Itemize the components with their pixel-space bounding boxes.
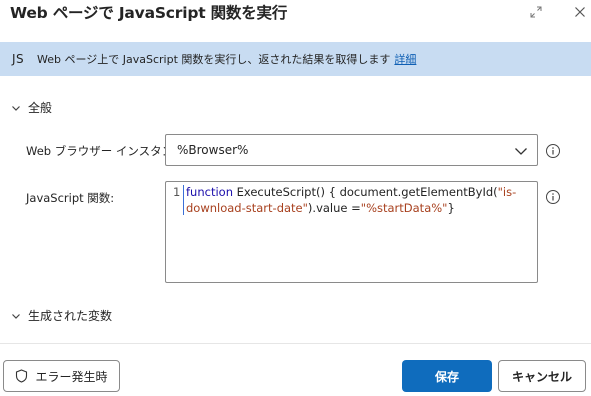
code-string2: "%startData%" [360,200,448,215]
code-keyword: function [186,185,233,199]
browser-instance-label: Web ブラウザー インスタンス: [26,144,189,158]
code-part2: ).value = [307,200,361,215]
close-icon[interactable] [569,2,591,22]
browser-instance-value: %Browser% [177,143,249,157]
js-badge: JS [12,52,25,66]
dialog-title: Web ページで JavaScript 関数を実行 [10,4,288,22]
browser-instance-select[interactable]: %Browser% [165,134,538,166]
info-banner: JS Web ページ上で JavaScript 関数を実行し、返された結果を取得… [0,42,591,76]
info-icon[interactable] [545,143,561,159]
footer-divider [0,343,591,344]
expand-icon[interactable] [525,2,547,22]
section-variables-toggle[interactable]: 生成された変数 [8,307,112,324]
javascript-code: function ExecuteScript() { document.getE… [186,185,526,216]
section-variables-label: 生成された変数 [28,309,113,323]
code-part1: ExecuteScript() { document.getElementByI… [232,185,498,199]
section-general-toggle[interactable]: 全般 [8,99,52,116]
banner-description: Web ページ上で JavaScript 関数を実行し、返された結果を取得します [37,53,391,66]
chevron-down-icon [8,100,24,116]
code-part3: } [447,200,455,215]
shield-icon [15,369,28,383]
on-error-button[interactable]: エラー発生時 [3,360,120,392]
on-error-label: エラー発生時 [35,369,108,384]
chevron-down-icon [513,143,529,159]
javascript-function-editor[interactable]: 1 function ExecuteScript() { document.ge… [165,181,538,283]
javascript-function-label: JavaScript 関数: [26,191,115,205]
cancel-button[interactable]: キャンセル [498,360,586,392]
chevron-down-icon [8,308,24,324]
cursor-line [183,185,184,215]
details-link[interactable]: 詳細 [394,51,416,67]
line-number: 1 [173,185,181,199]
section-general-label: 全般 [28,101,53,115]
info-icon[interactable] [545,189,561,205]
save-button[interactable]: 保存 [402,360,492,392]
